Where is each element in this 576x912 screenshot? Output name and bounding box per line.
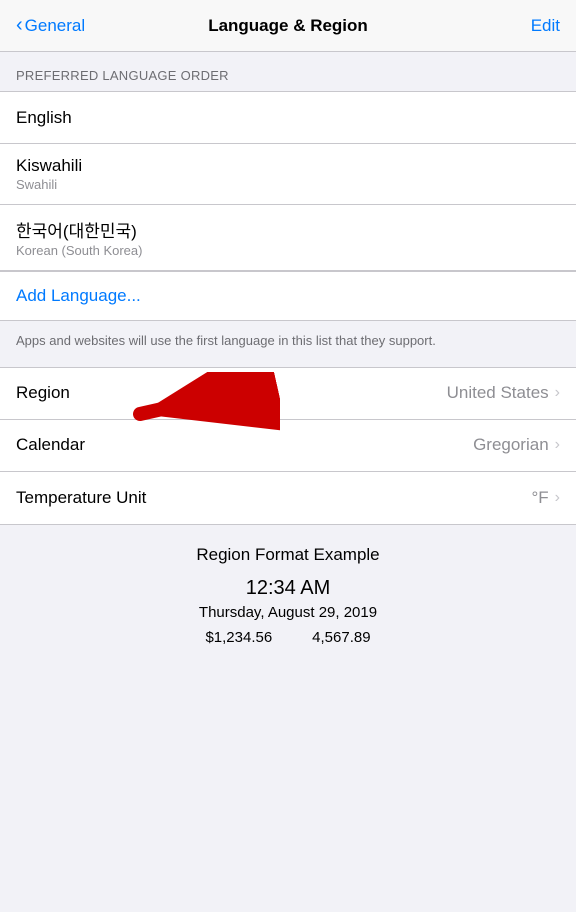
- temperature-right: °F ›: [531, 488, 560, 508]
- temperature-row[interactable]: Temperature Unit °F ›: [0, 472, 576, 524]
- language-name-kiswahili: Kiswahili: [16, 156, 560, 176]
- back-button[interactable]: ‹ General: [16, 14, 85, 37]
- format-date: Thursday, August 29, 2019: [16, 604, 560, 621]
- calendar-row[interactable]: Calendar Gregorian ›: [0, 420, 576, 472]
- back-label: General: [25, 16, 85, 36]
- region-value: United States: [447, 383, 549, 403]
- list-item[interactable]: 한국어(대한민국) Korean (South Korea): [0, 205, 576, 270]
- format-example-title: Region Format Example: [16, 545, 560, 565]
- region-chevron-icon: ›: [555, 384, 560, 402]
- format-time: 12:34 AM: [16, 577, 560, 600]
- language-name-korean: 한국어(대한민국): [16, 217, 560, 242]
- region-row[interactable]: Region United States ›: [0, 368, 576, 420]
- region-settings-section: Region United States › Calendar Gregoria…: [0, 367, 576, 525]
- format-currency: $1,234.56: [205, 629, 272, 646]
- page-title: Language & Region: [208, 16, 368, 36]
- add-language-label: Add Language...: [16, 286, 141, 305]
- region-label: Region: [16, 383, 70, 403]
- calendar-chevron-icon: ›: [555, 436, 560, 454]
- language-list: English Kiswahili Swahili 한국어(대한민국) Kore…: [0, 91, 576, 271]
- add-language-button[interactable]: Add Language...: [0, 271, 576, 321]
- language-subtitle-korean: Korean (South Korea): [16, 243, 560, 258]
- language-name-english: English: [16, 108, 560, 128]
- navigation-bar: ‹ General Language & Region Edit: [0, 0, 576, 52]
- calendar-value: Gregorian: [473, 435, 549, 455]
- temperature-chevron-icon: ›: [555, 489, 560, 507]
- temperature-label: Temperature Unit: [16, 488, 146, 508]
- info-text-block: Apps and websites will use the first lan…: [0, 321, 576, 367]
- section-header-language-order: PREFERRED LANGUAGE ORDER: [0, 52, 576, 91]
- back-chevron-icon: ‹: [16, 14, 23, 37]
- list-item[interactable]: Kiswahili Swahili: [0, 144, 576, 205]
- calendar-right: Gregorian ›: [473, 435, 560, 455]
- edit-button[interactable]: Edit: [531, 16, 560, 36]
- list-item[interactable]: English: [0, 92, 576, 144]
- region-right: United States ›: [447, 383, 560, 403]
- info-text: Apps and websites will use the first lan…: [16, 333, 436, 348]
- calendar-label: Calendar: [16, 435, 85, 455]
- format-numbers: $1,234.56 4,567.89: [16, 629, 560, 646]
- region-format-example: Region Format Example 12:34 AM Thursday,…: [0, 525, 576, 666]
- language-subtitle-kiswahili: Swahili: [16, 177, 560, 192]
- temperature-value: °F: [531, 488, 548, 508]
- format-decimal: 4,567.89: [312, 629, 370, 646]
